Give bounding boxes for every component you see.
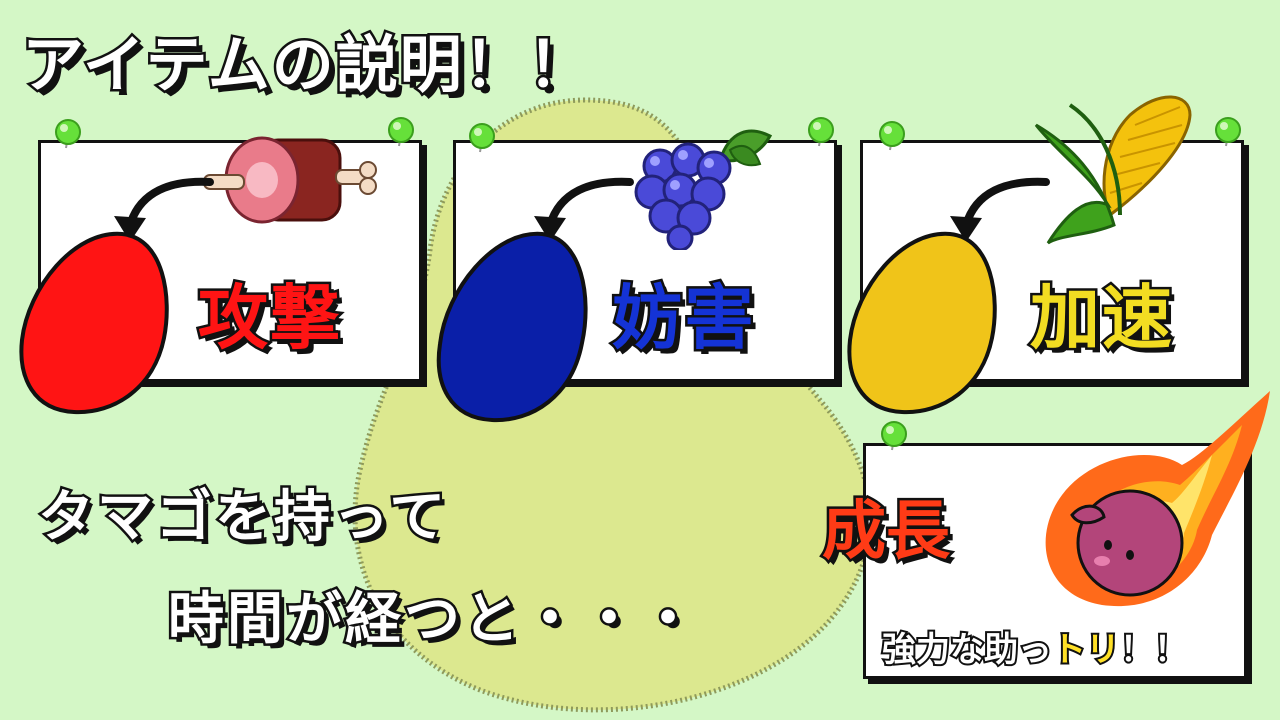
caption-line2: 時間が経つと・・・ <box>166 585 699 655</box>
page-title: アイテムの説明！！ <box>20 26 593 104</box>
grapes-icon <box>634 129 773 250</box>
egg-speed <box>847 231 997 415</box>
egg-attack <box>19 231 169 415</box>
pin-icon <box>388 117 414 147</box>
item-label-obstruct: 妨害 <box>610 275 757 362</box>
item-label-attack: 攻撃 <box>196 275 343 362</box>
egg-obstruct <box>436 231 588 423</box>
pin-icon <box>469 123 495 153</box>
growth-subtitle-prefix: 強力な助っ <box>880 628 1054 672</box>
meat-icon <box>203 136 377 224</box>
pin-icon <box>55 119 81 149</box>
growth-subtitle-highlight: トリ <box>1050 628 1122 672</box>
item-label-speed: 加速 <box>1028 275 1175 362</box>
fireball-bird-icon <box>1045 391 1270 607</box>
pin-icon <box>881 421 907 451</box>
pin-icon <box>808 117 834 147</box>
growth-subtitle-suffix: ！！ <box>1118 628 1190 672</box>
growth-title: 成長 <box>820 493 953 572</box>
growth-subtitle: 強力な助っトリ！！ <box>880 622 1190 672</box>
pin-icon <box>1215 117 1241 147</box>
pin-icon <box>879 121 905 151</box>
caption-line1: タマゴを持って <box>35 483 449 553</box>
